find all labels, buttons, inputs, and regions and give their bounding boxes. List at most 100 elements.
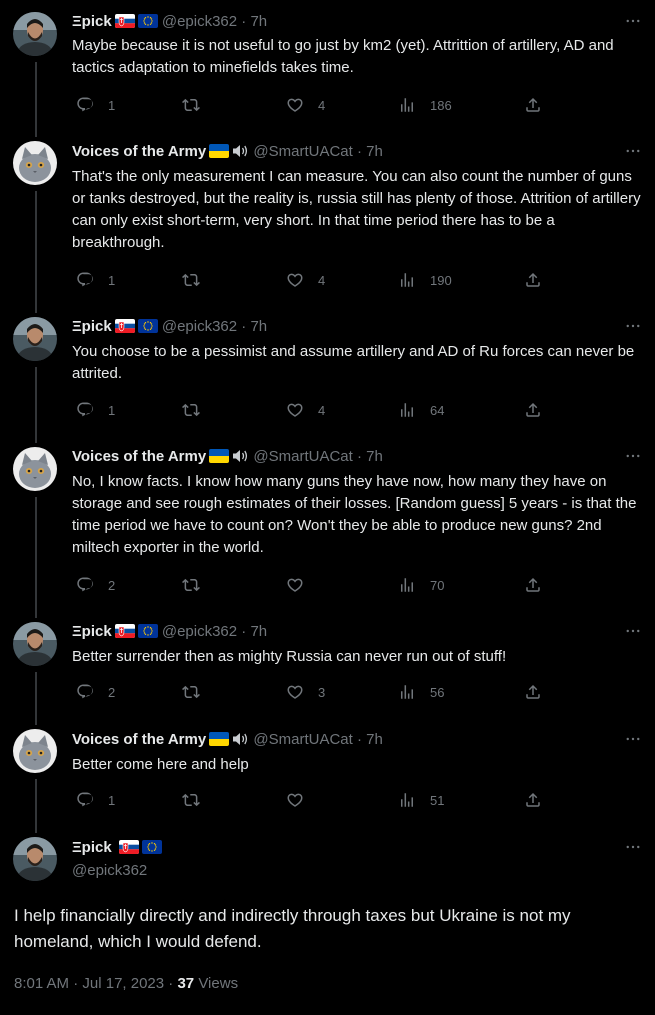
user-handle[interactable]: @SmartUACat [253,448,352,465]
thread-connector-line [35,672,37,725]
tweet-time[interactable]: 7h [250,318,267,335]
views-button[interactable]: 64 [398,400,444,420]
gray-cat-avatar[interactable] [13,447,57,491]
share-button[interactable] [524,400,542,420]
views-button[interactable]: 70 [398,575,444,595]
more-options-icon[interactable] [624,732,642,748]
views-button[interactable]: 56 [398,682,444,702]
views-icon [398,683,416,701]
display-name[interactable]: Ξpick [72,13,112,30]
bearded-man-avatar[interactable] [13,317,57,361]
like-button[interactable]: 4 [286,95,325,115]
bearded-man-avatar[interactable] [13,622,57,666]
main-handle[interactable]: @epick362 [72,861,147,881]
like-button[interactable] [286,575,318,595]
ukraine-flag-icon [209,144,230,158]
eu-flag-icon [141,840,162,854]
retweet-button[interactable] [182,95,200,115]
more-options-icon[interactable] [624,624,642,640]
user-handle[interactable]: @epick362 [162,318,237,335]
like-count: 4 [318,402,326,418]
retweet-button[interactable] [182,682,200,702]
tweet-actions: 1 51 [72,790,552,810]
retweet-button[interactable] [182,270,200,290]
display-name[interactable]: Ξpick [72,318,112,335]
retweet-icon [182,96,200,114]
main-avatar[interactable] [13,837,57,881]
more-options-icon[interactable] [624,449,642,465]
reply-button[interactable]: 1 [76,790,115,810]
user-handle[interactable]: @SmartUACat [253,731,352,748]
tweet-time[interactable]: 7h [366,448,383,465]
tweet-time[interactable]: 8:01 AM [14,975,69,992]
display-name[interactable]: Ξpick [72,623,112,640]
reply-button[interactable]: 1 [76,95,115,115]
tweet-time[interactable]: 7h [250,623,267,640]
share-button[interactable] [524,270,542,290]
bearded-man-avatar[interactable] [13,12,57,56]
share-button[interactable] [524,790,542,810]
tweet-date[interactable]: Jul 17, 2023 [82,975,164,992]
share-icon [524,683,542,701]
like-count: 3 [318,684,326,700]
reply-count: 1 [108,792,116,808]
tweet-time[interactable]: 7h [250,13,267,30]
reply-button[interactable]: 1 [76,400,115,420]
views-button[interactable]: 186 [398,95,452,115]
eu-flag-icon [137,624,158,638]
slovakia-flag-icon [118,840,139,854]
views-button[interactable]: 190 [398,270,452,290]
tweet-header: Ξpick @epick362 · 7h [72,622,267,642]
share-button[interactable] [524,682,542,702]
like-count: 4 [318,97,326,113]
separator: · [241,318,247,335]
main-display-name[interactable]: Ξpick [72,839,112,856]
more-options-icon[interactable] [624,14,642,30]
user-handle[interactable]: @SmartUACat [253,143,352,160]
like-button[interactable]: 3 [286,682,325,702]
share-icon [524,791,542,809]
main-author-name[interactable]: Ξpick [72,838,162,858]
reply-count: 2 [108,577,116,593]
tweet-text: Maybe because it is not useful to go jus… [72,37,614,76]
retweet-button[interactable] [182,575,200,595]
like-icon [286,683,304,701]
slovakia-flag-icon [114,14,135,28]
reply-count: 1 [108,272,116,288]
share-button[interactable] [524,575,542,595]
like-button[interactable] [286,790,318,810]
main-tweet-text: I help financially directly and indirect… [14,906,571,951]
separator: · [356,143,362,160]
reply-button[interactable]: 2 [76,682,115,702]
reply-button[interactable]: 2 [76,575,115,595]
display-name[interactable]: Voices of the Army [72,448,206,465]
retweet-button[interactable] [182,400,200,420]
views-button[interactable]: 51 [398,790,444,810]
more-options-icon[interactable] [624,144,642,160]
tweet-time[interactable]: 7h [366,731,383,748]
user-handle[interactable]: @epick362 [162,13,237,30]
like-button[interactable]: 4 [286,400,325,420]
retweet-button[interactable] [182,790,200,810]
gray-cat-avatar[interactable] [13,141,57,185]
share-button[interactable] [524,95,542,115]
tweet-header: Voices of the Army @SmartUACat · 7h [72,730,383,750]
like-button[interactable]: 4 [286,270,325,290]
retweet-icon [182,683,200,701]
more-options-icon[interactable] [624,840,642,856]
thread-connector-line [35,367,37,443]
user-handle[interactable]: @epick362 [162,623,237,640]
tweet-time[interactable]: 7h [366,143,383,160]
speaker-icon [231,731,249,747]
display-name[interactable]: Voices of the Army [72,143,206,160]
slovakia-flag-icon [114,319,135,333]
share-icon [524,401,542,419]
display-name[interactable]: Voices of the Army [72,731,206,748]
like-icon [286,401,304,419]
more-options-icon[interactable] [624,319,642,335]
views-count: 70 [430,577,445,593]
tweet-header: Voices of the Army @SmartUACat · 7h [72,447,383,467]
separator: · [241,13,247,30]
reply-button[interactable]: 1 [76,270,115,290]
gray-cat-avatar[interactable] [13,729,57,773]
